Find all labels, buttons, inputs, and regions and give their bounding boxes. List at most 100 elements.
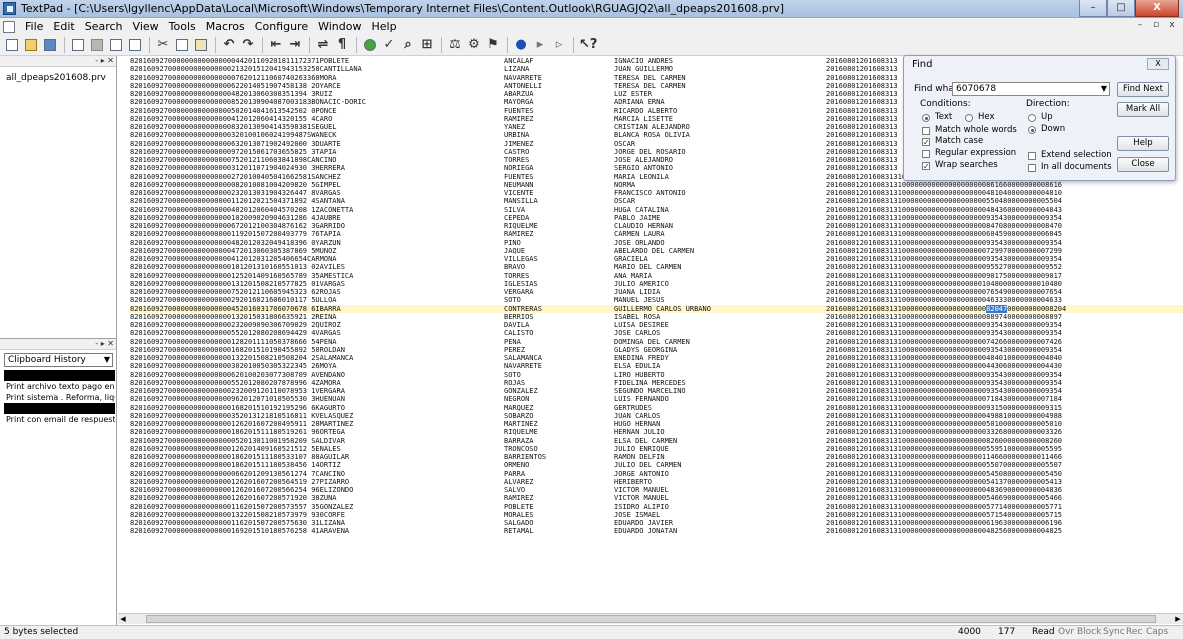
- text-line[interactable]: 8201609270000000000000007520121106059453…: [130, 288, 1183, 296]
- status-ovr-flag[interactable]: Ovr: [1058, 626, 1074, 639]
- spelling-icon[interactable]: ✓: [381, 37, 397, 53]
- text-line[interactable]: 8201609270000000000000001262016072004959…: [130, 420, 1183, 428]
- match-whole-words-checkbox[interactable]: [922, 127, 930, 135]
- open-file-icon[interactable]: [23, 37, 39, 53]
- up-radio[interactable]: [1028, 114, 1036, 122]
- help-button[interactable]: Help: [1117, 136, 1169, 151]
- chevron-down-icon[interactable]: ▼: [1101, 83, 1107, 95]
- text-line[interactable]: 8201609270000000000000001262016072005662…: [130, 486, 1183, 494]
- text-line[interactable]: 8201609270000000000000001120120215043718…: [130, 197, 1183, 205]
- regular-expression-checkbox[interactable]: [922, 150, 930, 158]
- redo-icon[interactable]: ↷: [240, 37, 256, 53]
- text-line[interactable]: 8201609270000000000000001012013101605510…: [130, 263, 1183, 271]
- text-line[interactable]: 8201609270000000000000001322015082105082…: [130, 354, 1183, 362]
- panel-controls-icon[interactable]: ‐ ▸ ✕: [95, 56, 114, 66]
- down-radio[interactable]: [1028, 126, 1036, 134]
- word-wrap-icon[interactable]: ⇌: [315, 37, 331, 53]
- scroll-right-icon[interactable]: ▶: [1173, 614, 1183, 624]
- document-list-item[interactable]: all_dpeaps201608.prv: [6, 73, 106, 83]
- new-file-icon[interactable]: [4, 37, 20, 53]
- status-sync-flag[interactable]: Sync: [1103, 626, 1125, 639]
- text-line[interactable]: 8201609270000000000000009620120710105055…: [130, 395, 1183, 403]
- find-in-files-icon[interactable]: ⊞: [419, 37, 435, 53]
- menu-configure[interactable]: Configure: [250, 20, 313, 33]
- clipboard-item[interactable]: [4, 403, 115, 414]
- text-line[interactable]: 8201609270000000000000003020100503053223…: [130, 362, 1183, 370]
- undo-icon[interactable]: ↶: [221, 37, 237, 53]
- compile-icon[interactable]: ⚙: [466, 37, 482, 53]
- save-icon[interactable]: [42, 37, 58, 53]
- match-case-checkbox[interactable]: ✓: [922, 138, 930, 147]
- text-line[interactable]: 8201609270000000000000006201002030773087…: [130, 371, 1183, 379]
- text-line[interactable]: 8201609270000000000000001262014091605215…: [130, 445, 1183, 453]
- text-line[interactable]: 8201609270000000000000001312015082105778…: [130, 280, 1183, 288]
- text-line[interactable]: 8201609270000000000000000662012091305612…: [130, 470, 1183, 478]
- menu-help[interactable]: Help: [366, 20, 401, 33]
- close-dialog-button[interactable]: Close: [1117, 157, 1169, 172]
- text-line[interactable]: 8201609270000000000000001262016072005645…: [130, 478, 1183, 486]
- clipboard-item[interactable]: Print sistema . Reforma, liquida: [4, 392, 115, 403]
- text-line[interactable]: 8201609270000000000000001862015111805384…: [130, 461, 1183, 469]
- menu-window[interactable]: Window: [313, 20, 366, 33]
- text-line[interactable]: 8201609270000000000000001262016072005719…: [130, 494, 1183, 502]
- clipboard-item[interactable]: Print con email de respuesta c: [4, 414, 115, 425]
- outdent-icon[interactable]: ⇤: [268, 37, 284, 53]
- status-read-flag[interactable]: Read: [1032, 626, 1055, 639]
- text-line[interactable]: 8201609270000000000000001320150318066359…: [130, 313, 1183, 321]
- text-line[interactable]: 8201609270000000000000001682015101921952…: [130, 404, 1183, 412]
- text-line[interactable]: 8201609270000000000000004820120320494183…: [130, 239, 1183, 247]
- mark-all-button[interactable]: Mark All: [1117, 102, 1169, 117]
- status-rec-flag[interactable]: Rec: [1126, 626, 1142, 639]
- copy-icon[interactable]: [174, 37, 190, 53]
- document-icon[interactable]: [3, 20, 15, 33]
- doc-minimize-button[interactable]: –: [1133, 20, 1147, 32]
- text-line[interactable]: 8201609270000000000000001862015111805331…: [130, 453, 1183, 461]
- menu-file[interactable]: File: [20, 20, 48, 33]
- clipboard-library-select[interactable]: Clipboard History ▼: [4, 353, 113, 367]
- text-line[interactable]: 8201609270000000000000000820100810042098…: [130, 181, 1183, 189]
- text-line[interactable]: 8201609270000000000000005520120802078789…: [130, 379, 1183, 387]
- find-next-button[interactable]: Find Next: [1117, 82, 1169, 97]
- text-line[interactable]: 8201609270000000000000002320090903067090…: [130, 321, 1183, 329]
- print-preview-icon[interactable]: [108, 37, 124, 53]
- extend-selection-checkbox[interactable]: [1028, 152, 1036, 160]
- status-caps-flag[interactable]: Caps: [1146, 626, 1168, 639]
- text-line[interactable]: 8201609270000000000000003520131218105168…: [130, 412, 1183, 420]
- wrap-searches-checkbox[interactable]: ✓: [922, 162, 930, 171]
- doc-close-button[interactable]: x: [1165, 20, 1179, 32]
- scroll-left-icon[interactable]: ◀: [118, 614, 128, 624]
- menu-search[interactable]: Search: [80, 20, 128, 33]
- text-line[interactable]: 8201609270000000000000000520130110019582…: [130, 437, 1183, 445]
- print-icon[interactable]: [89, 37, 105, 53]
- doc-restore-button[interactable]: ▫: [1149, 20, 1163, 32]
- textpad-app-icon[interactable]: [3, 2, 16, 15]
- indent-icon[interactable]: ⇥: [287, 37, 303, 53]
- text-line[interactable]: 8201609270000000000000001192015072004937…: [130, 230, 1183, 238]
- text-line[interactable]: 8201609270000000000000005520120802086944…: [130, 329, 1183, 337]
- text-line[interactable]: 8201609270000000000000001282011110503786…: [130, 338, 1183, 346]
- text-line[interactable]: 8201609270000000000000001682015101904558…: [130, 346, 1183, 354]
- selected-text[interactable]: 82047: [986, 304, 1008, 313]
- menu-macros[interactable]: Macros: [201, 20, 250, 33]
- hex-radio[interactable]: [965, 114, 973, 122]
- compare-files-icon[interactable]: ⚖: [447, 37, 463, 53]
- text-line[interactable]: 8201609270000000000000001692015101805762…: [130, 527, 1183, 535]
- menu-view[interactable]: View: [128, 20, 164, 33]
- clipboard-item[interactable]: Print archivo texto pago en ex: [4, 381, 115, 392]
- stop-macro-icon[interactable]: ▹: [551, 37, 567, 53]
- visible-spaces-icon[interactable]: ¶: [334, 37, 350, 53]
- all-documents-checkbox[interactable]: [1028, 164, 1036, 172]
- panel-controls-icon[interactable]: ‐ ▸ ✕: [95, 339, 114, 349]
- save-all-icon[interactable]: [70, 37, 86, 53]
- play-macro-icon[interactable]: ▸: [532, 37, 548, 53]
- text-line[interactable]: 8201609270000000000000004120120312054066…: [130, 255, 1183, 263]
- text-line[interactable]: 8201609270000000000000002320091201100789…: [130, 387, 1183, 395]
- paste-icon[interactable]: [193, 37, 209, 53]
- text-line[interactable]: 8201609270000000000000002920160216060101…: [130, 296, 1183, 304]
- text-line[interactable]: 8201609270000000000000001162015072005756…: [130, 519, 1183, 527]
- clipboard-item[interactable]: [4, 370, 115, 381]
- text-line[interactable]: 8201609270000000000000004520160317060706…: [130, 304, 1183, 313]
- text-radio[interactable]: [922, 114, 930, 122]
- text-line[interactable]: 8201609270000000000000002320130319043264…: [130, 189, 1183, 197]
- cut-icon[interactable]: ✂: [155, 37, 171, 53]
